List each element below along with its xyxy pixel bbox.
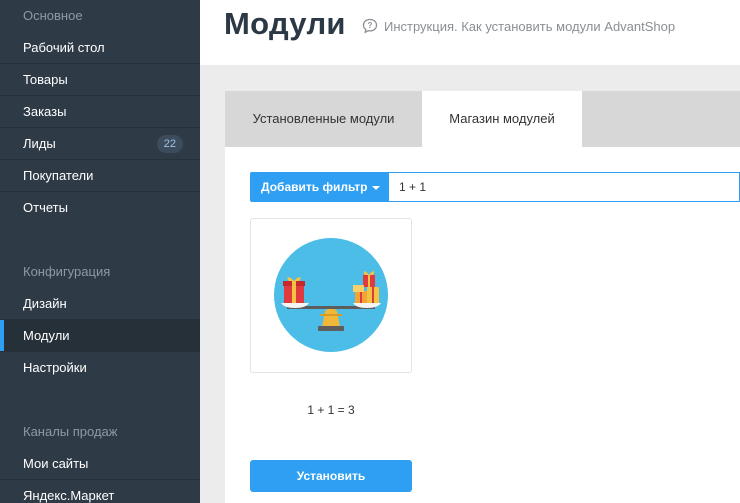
leads-count-badge: 22 — [156, 135, 183, 153]
sidebar-item-dashboard[interactable]: Рабочий стол — [0, 32, 200, 64]
modules-tabs: Установленные модули Магазин модулей — [225, 91, 740, 147]
sidebar-item-leads[interactable]: Лиды 22 — [0, 128, 200, 160]
add-filter-button[interactable]: Добавить фильтр — [250, 172, 389, 202]
page-title: Модули — [224, 6, 346, 41]
filter-search-input[interactable]: 1 + 1 — [389, 172, 740, 202]
module-scales-gifts-image — [274, 238, 388, 352]
sidebar-item-reports[interactable]: Отчеты — [0, 192, 200, 224]
sidebar-item-design[interactable]: Дизайн — [0, 288, 200, 320]
add-filter-label: Добавить фильтр — [261, 180, 368, 194]
sidebar-section-config: Конфигурация — [23, 264, 111, 279]
modules-store-panel: Добавить фильтр 1 + 1 1 + 1 = 3 Установи… — [225, 147, 740, 503]
sidebar: Основное Рабочий стол Товары Заказы Лиды… — [0, 0, 200, 503]
module-name: 1 + 1 = 3 — [307, 403, 355, 417]
sidebar-item-orders[interactable]: Заказы — [0, 96, 200, 128]
sidebar-section-channels: Каналы продаж — [23, 424, 118, 439]
sidebar-item-modules[interactable]: Модули — [0, 320, 200, 352]
help-bubble-icon: ? — [362, 18, 378, 34]
sidebar-item-yandex-market[interactable]: Яндекс.Маркет — [0, 480, 200, 503]
install-module-button[interactable]: Установить — [250, 460, 412, 492]
sidebar-item-settings[interactable]: Настройки — [0, 352, 200, 384]
svg-text:?: ? — [368, 21, 373, 30]
sidebar-item-my-sites[interactable]: Мои сайты — [0, 448, 200, 480]
sidebar-item-label: Лиды — [23, 136, 56, 151]
caret-down-icon — [372, 185, 381, 190]
page-header: Модули ? Инструкция. Как установить моду… — [200, 0, 740, 65]
help-link[interactable]: ? Инструкция. Как установить модули Adva… — [362, 18, 675, 34]
help-link-text: Инструкция. Как установить модули Advant… — [384, 18, 676, 34]
sidebar-item-customers[interactable]: Покупатели — [0, 160, 200, 192]
sidebar-item-products[interactable]: Товары — [0, 64, 200, 96]
sidebar-section-main: Основное — [23, 8, 83, 23]
tab-modules-store[interactable]: Магазин модулей — [422, 91, 582, 147]
tab-installed-modules[interactable]: Установленные модули — [225, 91, 422, 147]
module-card[interactable] — [250, 218, 412, 373]
